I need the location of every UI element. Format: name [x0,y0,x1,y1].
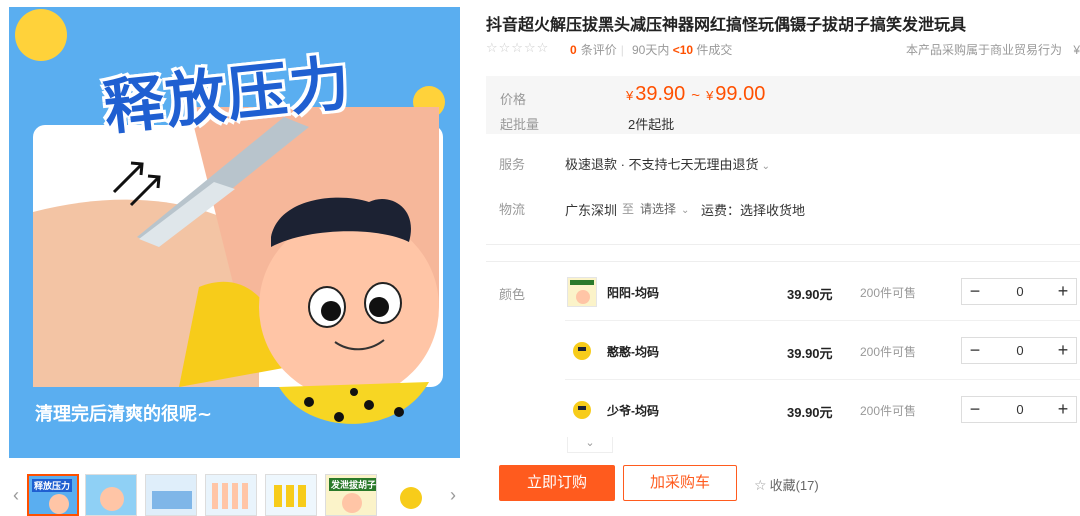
review-count-suffix: 条评价 [580,43,617,57]
thumbnail-3[interactable] [145,474,197,516]
price-range: ¥39.90 ~ ¥99.00 [626,83,765,106]
section-divider [486,244,1080,245]
sku-name: 憨憨-均码 [607,345,659,359]
doll-thumb-icon [573,342,591,360]
ship-to-label: 至 [622,202,635,216]
thumbnail-caption: 发泄拔胡子 [329,478,377,491]
favorite-button[interactable]: ☆ 收藏(17) [754,475,819,494]
doll-thumb-icon [100,487,124,511]
sold-number: <10 [672,43,694,57]
price-high: 99.00 [715,83,766,105]
quantity-input[interactable] [992,397,1048,422]
review-count-number: 0 [570,43,577,57]
add-to-cart-button[interactable]: 加采购车 [623,465,737,501]
trade-note: 本产品采购属于商业贸易行为 ¥ [906,41,1080,58]
currency-symbol: ¥ [626,88,634,103]
sku-thumbnail[interactable] [567,336,597,366]
decrease-button[interactable]: − [962,279,988,304]
thumbnail-2[interactable] [85,474,137,516]
sku-price: 39.90元 [787,346,833,361]
favorite-label: 收藏(17) [769,478,819,493]
lineup-thumb-icon [212,483,252,509]
sku-stock: 200件可售 [860,286,917,300]
thumbnail-1[interactable]: 释放压力 [27,474,79,516]
sku-name: 少爷-均码 [607,404,659,418]
thumbnail-6[interactable]: 发泄拔胡子 [325,474,377,516]
sku-stock: 200件可售 [860,345,917,359]
main-product-image[interactable]: 释放压力 清理完后清爽的很呢~ [9,7,460,458]
main-image-caption: 清理完后清爽的很呢~ [35,404,213,425]
logistics-label: 物流 [499,202,526,217]
doll-thumb-icon [573,401,591,419]
chevron-down-icon: ⌄ [761,161,770,172]
chevron-down-icon: ⌄ [681,205,690,216]
thumb-next-icon[interactable]: › [446,482,460,508]
service-value: 极速退款 · 不支持七天无理由退货 [565,157,759,172]
lineup-thumb-icon [274,485,310,507]
section-divider [486,261,1080,262]
product-meta-row: ☆☆☆☆☆ 0 条评价 | 90天内 <10 件成交 本产品采购属于商业贸易行为 ¥ [486,40,1080,58]
doll-thumb-icon [342,493,362,513]
sku-price: 39.90元 [787,287,833,302]
expand-sku-chevron-icon[interactable]: ⌄ [567,437,613,453]
destination-select-value: 请选择 [640,202,677,216]
sold-suffix: 件成交 [696,43,733,57]
trade-note-tail: ¥ [1073,43,1080,57]
sku-row: 憨憨-均码 39.90元 200件可售 − + [565,322,1080,380]
sold-count: 90天内 <10 件成交 [632,41,732,58]
rating-stars-icon: ☆☆☆☆☆ [486,40,550,55]
sku-price: 39.90元 [787,405,833,420]
order-now-button[interactable]: 立即订购 [499,465,615,501]
thumbnail-4[interactable] [205,474,257,516]
moq-label: 起批量 [500,117,540,132]
doll-hair-mark [578,406,586,410]
service-dropdown[interactable]: 极速退款 · 不支持七天无理由退货 ⌄ [565,154,770,173]
doll-thumb-icon [576,290,590,304]
doll-thumb-icon [400,487,422,509]
quantity-input[interactable] [992,279,1048,304]
decrease-button[interactable]: − [962,338,988,363]
doll-thumb-icon [49,494,69,514]
sku-row: 少爷-均码 39.90元 200件可售 − + [565,381,1080,439]
quantity-stepper: − + [961,337,1077,364]
thumbnail-caption: 释放压力 [32,479,73,492]
sku-thumbnail[interactable] [567,395,597,425]
currency-symbol: ¥ [706,88,714,103]
sku-row: 阳阳-均码 39.90元 200件可售 − + [565,263,1080,321]
product-title: 抖音超火解压拔黑头减压神器网红搞怪玩偶镊子拔胡子搞笑发泄玩具 [486,17,967,34]
service-label: 服务 [499,157,526,172]
price-separator: ~ [691,87,701,104]
quantity-stepper: − + [961,278,1077,305]
increase-button[interactable]: + [1050,397,1076,422]
decrease-button[interactable]: − [962,397,988,422]
price-box: 价格 ¥39.90 ~ ¥99.00 起批量 2件起批 [486,76,1080,134]
shipping-fee: 运费：选择收货地 [701,203,806,218]
thumbnail-strip: ‹ 释放压力 发泄拔胡子 › [9,474,460,516]
price-low: 39.90 [635,83,686,105]
sku-thumbnail[interactable] [567,277,597,307]
increase-button[interactable]: + [1050,338,1076,363]
sku-thumb-banner [570,280,594,285]
sku-stock: 200件可售 [860,404,917,418]
trade-note-text: 本产品采购属于商业贸易行为 [906,43,1063,57]
color-label: 颜色 [499,287,526,302]
package-thumb-icon [152,491,192,509]
destination-select[interactable]: 请选择 ⌄ [640,200,689,217]
thumbnail-7[interactable] [385,474,437,516]
increase-button[interactable]: + [1050,279,1076,304]
doll-hair-mark [578,347,586,351]
thumb-prev-icon[interactable]: ‹ [9,482,23,508]
thumbnail-5[interactable] [265,474,317,516]
quantity-stepper: − + [961,396,1077,423]
star-icon: ☆ [754,477,767,493]
review-count[interactable]: 0 条评价 | [570,41,628,58]
quantity-input[interactable] [992,338,1048,363]
sold-prefix: 90天内 [632,43,670,57]
price-label: 价格 [500,92,527,107]
ship-from: 广东深圳 [565,203,618,218]
sku-name: 阳阳-均码 [607,286,659,300]
moq-value: 2件起批 [628,117,675,132]
